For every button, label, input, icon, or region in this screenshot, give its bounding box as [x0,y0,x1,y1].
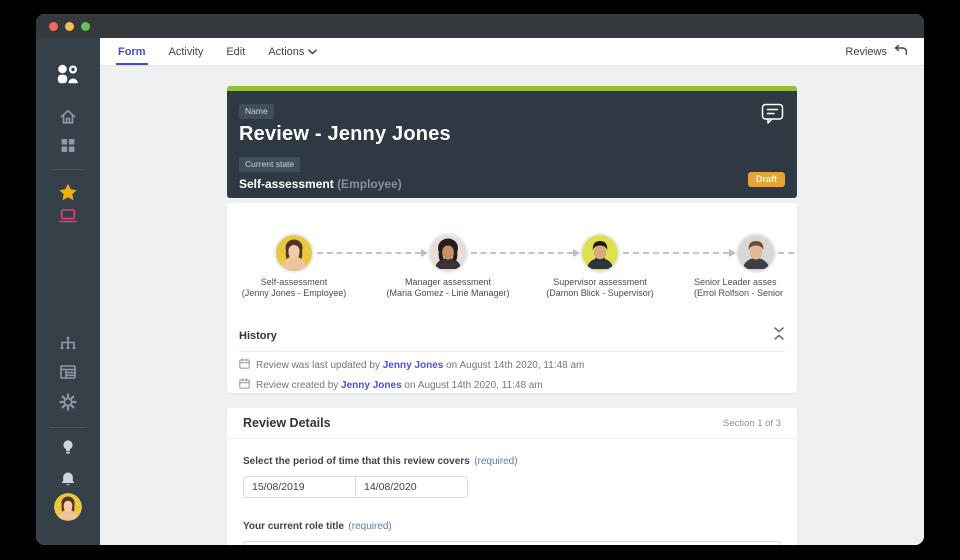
history-section: History Review was last updated by Jenny… [239,327,785,392]
field-label: Your current role title [243,521,344,532]
close-window-button[interactable] [49,21,58,31]
section-title: Review Details [243,416,331,430]
workflow-connector [623,252,729,254]
section-indicator: Section 1 of 3 [722,417,781,429]
tab-activity[interactable]: Activity [167,38,206,65]
divider [239,351,785,352]
sidebar-item-favorites[interactable] [59,183,78,206]
tab-form-label: Form [118,45,146,58]
sidebar-item-org-chart[interactable] [59,336,77,356]
tab-actions[interactable]: Actions [266,38,319,65]
workflow-step-avatar [274,233,314,273]
chevron-down-icon [308,46,318,58]
role-title-input[interactable] [243,541,781,545]
workflow-step-label: Self-assessment (Jenny Jones - Employee) [241,277,347,298]
tab-actions-label: Actions [268,45,305,58]
collapse-icon[interactable] [773,327,785,345]
workflow-step-avatar [580,233,620,273]
avatar [54,493,82,521]
status-badge: Draft [747,172,785,187]
back-to-reviews-button[interactable]: Reviews [845,38,908,65]
workflow-history-card: Self-assessment (Jenny Jones - Employee) [227,203,797,393]
history-text: Review was last updated by [256,359,383,371]
current-state-role: (Employee) [337,177,402,191]
top-navigation: Form Activity Edit Actions Reviews [100,38,924,66]
sidebar [36,38,100,545]
review-details-card: Review Details Section 1 of 3 Select the… [227,408,797,545]
sidebar-item-settings[interactable] [59,393,77,416]
tab-edit-label: Edit [226,45,246,58]
arrow-right-icon [421,249,428,257]
gear-icon [59,393,77,416]
arrow-right-icon [729,249,736,257]
sidebar-item-kiosk[interactable] [58,208,78,229]
date-range-group [243,476,781,498]
reviews-label: Reviews [845,45,887,58]
home-icon [59,108,77,131]
calendar-icon [239,358,250,372]
sidebar-item-notifications[interactable] [60,471,77,493]
sidebar-item-apps[interactable] [60,137,77,159]
required-hint: (required) [348,521,392,532]
workflow-step-label: Manager assessment (Maria Gomez - Line M… [386,277,510,298]
workflow-step-label: Supervisor assessment (Damon Blick - Sup… [546,277,654,298]
history-text: on August 14th 2020, 11:48 am [401,379,543,391]
sidebar-divider [50,427,86,428]
history-title: History [239,330,277,342]
minimize-window-button[interactable] [65,21,74,31]
workflow-connector [778,252,797,254]
history-text: on August 14th 2020, 11:48 am [443,359,585,371]
workflow-step-avatar [428,233,468,273]
current-state-value: Self-assessment [239,177,334,191]
name-tag: Name [239,104,274,119]
period-from-input[interactable] [243,476,356,498]
content-area: Name Review - Jenny Jones Current state … [100,66,924,545]
star-icon [59,183,78,206]
grid-apps-icon [60,137,77,159]
current-state-tag: Current state [239,157,301,172]
window-titlebar [36,14,924,38]
tab-form[interactable]: Form [116,38,148,65]
workflow-connector [471,252,573,254]
comment-bubble-icon [761,103,784,124]
bell-icon [60,471,77,493]
tab-activity-label: Activity [168,45,204,58]
workflow-step-label: Senior Leader asses (Errol Rolfson - Sen… [694,277,784,298]
workflow-connector [317,252,421,254]
sidebar-user-avatar[interactable] [54,493,82,521]
table-list-icon [59,364,77,385]
org-chart-icon [59,336,77,356]
history-entry: Review created by Jenny Jones on August … [239,378,785,392]
calendar-icon [239,378,250,392]
laptop-icon [58,208,78,229]
review-header-card: Name Review - Jenny Jones Current state … [227,86,797,198]
sidebar-item-home[interactable] [59,108,77,131]
history-text: Review created by [256,379,342,391]
lightbulb-icon [61,439,76,461]
arrow-right-icon [573,249,580,257]
zoom-window-button[interactable] [81,21,90,31]
sidebar-item-reports[interactable] [59,364,77,385]
period-to-input[interactable] [355,476,468,498]
review-title: Review - Jenny Jones [239,123,451,145]
undo-arrow-icon [893,44,908,59]
user-link[interactable]: Jenny Jones [383,360,444,371]
required-hint: (required) [474,456,518,467]
app-logo[interactable] [56,64,80,91]
tab-edit[interactable]: Edit [224,38,247,65]
user-link[interactable]: Jenny Jones [341,380,402,391]
comments-button[interactable] [761,103,784,130]
sidebar-divider [50,169,86,170]
history-entry: Review was last updated by Jenny Jones o… [239,358,785,372]
sidebar-item-tips[interactable] [61,439,76,461]
app-window: Form Activity Edit Actions Reviews Name … [36,14,924,545]
workflow-step-avatar [736,233,776,273]
people-logo-icon [56,64,80,91]
field-label: Select the period of time that this revi… [243,456,470,467]
